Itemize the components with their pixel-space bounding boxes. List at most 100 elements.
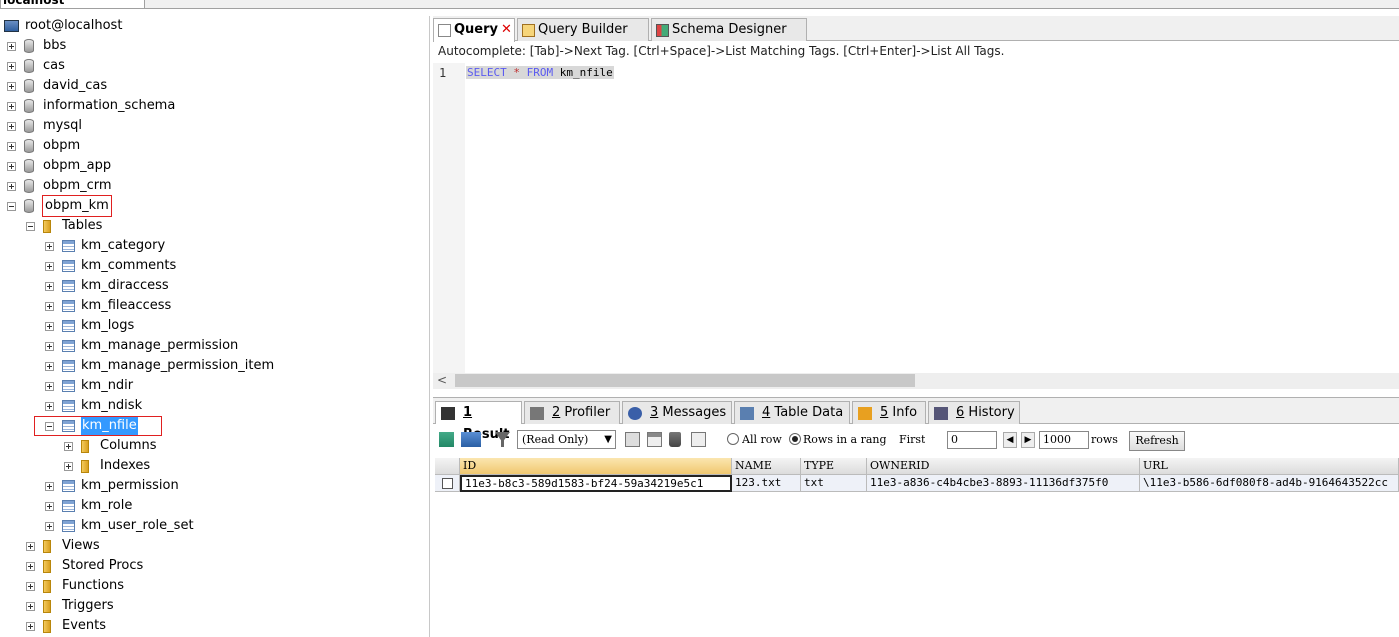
tree-folder-columns[interactable]: Columns [0,436,430,456]
expand-icon[interactable] [45,262,54,271]
sql-statement[interactable]: SELECT * FROM km_nfile [466,66,614,79]
tree-database-cas[interactable]: cas [0,56,430,76]
trash-icon[interactable] [669,432,681,447]
expand-icon[interactable] [7,182,16,191]
scroll-left-icon[interactable]: < [437,373,447,387]
expand-icon[interactable] [45,362,54,371]
add-row-icon[interactable] [439,432,454,447]
next-page-button[interactable]: ▶ [1021,432,1035,448]
expand-icon[interactable] [7,102,16,111]
expand-icon[interactable] [64,442,73,451]
tree-table-km-logs[interactable]: km_logs [0,316,430,336]
expand-icon[interactable] [45,502,54,511]
expand-icon[interactable] [45,402,54,411]
row-checkbox[interactable] [442,478,453,489]
expand-icon[interactable] [26,562,35,571]
table-cell[interactable]: 123.txt [732,475,801,492]
tree-folder-functions[interactable]: Functions [0,576,430,596]
collapse-icon[interactable] [26,222,35,231]
tree-table-km-permission[interactable]: km_permission [0,476,430,496]
expand-icon[interactable] [45,322,54,331]
save-icon[interactable] [647,432,662,447]
tree-folder-views[interactable]: Views [0,536,430,556]
expand-icon[interactable] [26,602,35,611]
column-header-ownerid[interactable]: OWNERID [867,458,1140,475]
table-cell[interactable]: txt [801,475,867,492]
expand-icon[interactable] [7,122,16,131]
tree-table-km-fileaccess[interactable]: km_fileaccess [0,296,430,316]
tree-table-km-diraccess[interactable]: km_diraccess [0,276,430,296]
tab-messages[interactable]: 3 Messages [622,401,732,424]
tree-table-km-manage-permission[interactable]: km_manage_permission [0,336,430,356]
export-menu-icon[interactable] [461,432,481,447]
rows-in-range-radio[interactable] [789,433,801,445]
tree-table-km-user-role-set[interactable]: km_user_role_set [0,516,430,536]
tree-database-bbs[interactable]: bbs [0,36,430,56]
tree-table-km-manage-permission-item[interactable]: km_manage_permission_item [0,356,430,376]
expand-icon[interactable] [26,582,35,591]
expand-icon[interactable] [64,462,73,471]
tree-table-km-ndisk[interactable]: km_ndisk [0,396,430,416]
tab-schema-designer[interactable]: Schema Designer [651,18,807,41]
tab-info[interactable]: 5 Info [852,401,926,424]
expand-icon[interactable] [45,522,54,531]
filter-icon[interactable] [495,432,510,447]
close-icon[interactable]: ✕ [501,22,512,37]
tab-result[interactable]: 1 Result [435,401,522,442]
tree-database-obpm[interactable]: obpm [0,136,430,156]
editor-horizontal-scrollbar[interactable]: < [433,373,1399,389]
expand-icon[interactable] [45,242,54,251]
sql-editor[interactable]: 1 SELECT * FROM km_nfile [433,63,1399,373]
expand-icon[interactable] [45,482,54,491]
expand-icon[interactable] [26,542,35,551]
collapse-icon[interactable] [7,202,16,211]
tree-table-km-ndir[interactable]: km_ndir [0,376,430,396]
tab-query-builder[interactable]: Query Builder [517,18,649,41]
tree-database-david-cas[interactable]: david_cas [0,76,430,96]
form-view-icon[interactable] [625,432,640,447]
expand-icon[interactable] [7,142,16,151]
column-header-id[interactable]: ID [460,458,732,475]
tree-database-mysql[interactable]: mysql [0,116,430,136]
first-row-input[interactable]: 0 [947,431,997,449]
tree-table-km-comments[interactable]: km_comments [0,256,430,276]
column-header-url[interactable]: URL [1140,458,1399,475]
tree-folder-events[interactable]: Events [0,616,430,636]
tree-folder-tables[interactable]: Tables [0,216,430,236]
row-selector[interactable] [435,475,460,492]
result-mode-select[interactable]: (Read Only) ▼ [517,430,616,449]
tab-history[interactable]: 6 History [928,401,1020,424]
tree-database-obpm-app[interactable]: obpm_app [0,156,430,176]
tree-table-km-category[interactable]: km_category [0,236,430,256]
row-count-input[interactable]: 1000 [1039,431,1089,449]
tree-folder-stored-procs[interactable]: Stored Procs [0,556,430,576]
expand-icon[interactable] [7,62,16,71]
table-cell[interactable]: 11e3-b8c3-589d1583-bf24-59a34219e5c1 [460,475,732,492]
tab-query[interactable]: Query ✕ [433,18,515,42]
column-header-name[interactable]: NAME [732,458,801,475]
expand-icon[interactable] [45,342,54,351]
expand-icon[interactable] [7,42,16,51]
scrollbar-thumb[interactable] [455,374,915,387]
previous-page-button[interactable]: ◀ [1003,432,1017,448]
tree-database-obpm-km[interactable]: obpm_km [0,195,430,217]
tab-table-data[interactable]: 4 Table Data [734,401,850,424]
tree-folder-triggers[interactable]: Triggers [0,596,430,616]
expand-icon[interactable] [7,82,16,91]
window-tab-localhost[interactable]: localhost [0,0,145,9]
tree-database-obpm-crm[interactable]: obpm_crm [0,176,430,196]
expand-icon[interactable] [45,282,54,291]
all-rows-radio[interactable] [727,433,739,445]
expand-icon[interactable] [45,382,54,391]
tree-table-km-nfile[interactable]: km_nfile [0,416,430,436]
refresh-button[interactable]: Refresh [1129,431,1185,451]
expand-icon[interactable] [45,302,54,311]
column-header-type[interactable]: TYPE [801,458,867,475]
tree-table-km-role[interactable]: km_role [0,496,430,516]
tree-database-information-schema[interactable]: information_schema [0,96,430,116]
expand-icon[interactable] [26,622,35,631]
tree-folder-indexes[interactable]: Indexes [0,456,430,476]
table-cell[interactable]: 11e3-a836-c4b4cbe3-8893-11136df375f0 [867,475,1140,492]
table-cell[interactable]: \11e3-b586-6df080f8-ad4b-9164643522cc [1140,475,1399,492]
cancel-changes-icon[interactable] [691,432,706,447]
